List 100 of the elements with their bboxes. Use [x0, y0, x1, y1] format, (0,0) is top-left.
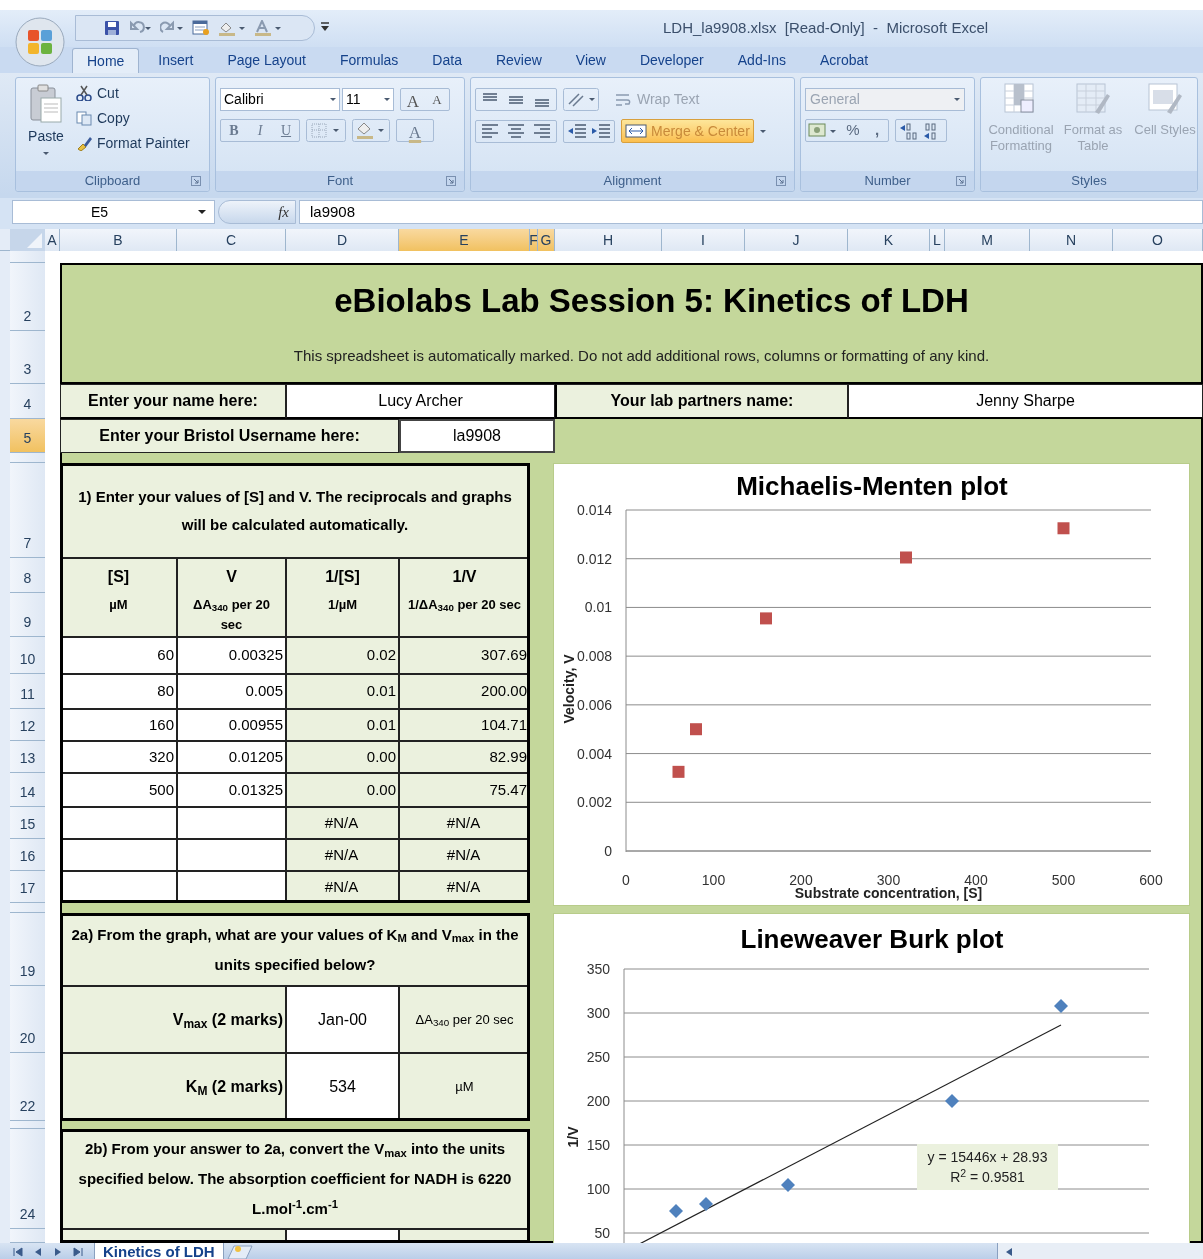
row-header[interactable]: 14 [10, 773, 45, 807]
column-header[interactable]: I [662, 229, 745, 251]
column-header[interactable]: B [60, 229, 177, 251]
row-header[interactable]: 8 [10, 558, 45, 593]
fill-color-icon[interactable] [352, 119, 390, 142]
ribbon-tab[interactable]: Data [417, 48, 477, 73]
fill-color-icon[interactable] [218, 20, 246, 36]
formula-field[interactable]: la9908 [299, 200, 1203, 224]
row-header[interactable]: 13 [10, 741, 45, 773]
insert-sheet-icon[interactable] [225, 1243, 254, 1259]
unit-text: 1/µM [326, 596, 359, 614]
field-label[interactable]: Enter your name here: [60, 384, 286, 419]
row-header[interactable]: 11 [10, 674, 45, 709]
first-sheet-icon[interactable] [10, 1245, 26, 1258]
undo-icon[interactable] [128, 20, 152, 36]
save-icon[interactable] [104, 20, 120, 36]
column-header[interactable]: H [555, 229, 662, 251]
row-header[interactable]: 19 [10, 913, 45, 986]
percent-button[interactable]: % [840, 119, 866, 142]
align-right-icon[interactable] [531, 121, 553, 141]
column-header[interactable]: J [745, 229, 848, 251]
row-header[interactable]: 5 [10, 419, 45, 453]
font-color-button[interactable]: A [396, 119, 434, 142]
format-painter-button[interactable]: Format Painter [76, 132, 190, 154]
ribbon-tab[interactable]: View [560, 48, 621, 73]
row-header[interactable]: 22 [10, 1053, 45, 1121]
row-header[interactable]: 7 [10, 463, 45, 558]
row-header[interactable] [10, 453, 45, 463]
ribbon-tab[interactable]: Review [480, 48, 557, 73]
row-header[interactable]: 2 [10, 263, 45, 331]
row-header[interactable]: 4 [10, 384, 45, 419]
increase-decimal-icon[interactable] [899, 121, 919, 140]
bold-button[interactable]: B [221, 120, 247, 141]
field-label[interactable]: Enter your Bristol Username here: [60, 419, 399, 453]
column-header[interactable]: D [286, 229, 399, 251]
column-header[interactable]: N [1030, 229, 1113, 251]
horizontal-scrollbar[interactable] [997, 1243, 1203, 1259]
align-center-icon[interactable] [505, 121, 527, 141]
row-header[interactable]: 24 [10, 1129, 45, 1229]
row-header[interactable]: 16 [10, 839, 45, 871]
paste-button[interactable]: Paste [20, 82, 72, 171]
ribbon-tab[interactable]: Formulas [325, 48, 414, 73]
cut-button[interactable]: Cut [76, 82, 190, 104]
row-header[interactable] [10, 251, 45, 263]
row-header[interactable]: 9 [10, 593, 45, 637]
font-size-field[interactable]: 11 [342, 88, 394, 111]
dialog-launcher-icon[interactable] [776, 176, 786, 186]
ribbon-tab[interactable]: Insert [143, 48, 209, 73]
column-header[interactable]: A [45, 229, 60, 251]
orientation-icon[interactable] [563, 88, 599, 111]
dialog-launcher-icon[interactable] [191, 176, 201, 186]
row-header[interactable]: 17 [10, 871, 45, 903]
field-label[interactable]: Your lab partners name: [555, 384, 848, 419]
dialog-launcher-icon[interactable] [956, 176, 966, 186]
row-header[interactable]: 3 [10, 331, 45, 384]
ribbon-tab[interactable]: Developer [624, 48, 719, 73]
row-header[interactable] [10, 903, 45, 913]
font-name-field[interactable]: Calibri [220, 88, 340, 111]
column-header[interactable]: L [930, 229, 945, 251]
column-header[interactable]: K [848, 229, 930, 251]
row-header[interactable]: 12 [10, 709, 45, 741]
insert-function-button[interactable]: fx [278, 200, 289, 224]
font-color-icon[interactable] [254, 20, 282, 36]
row-header[interactable]: 15 [10, 807, 45, 839]
ribbon-tab[interactable]: Page Layout [212, 48, 321, 73]
comma-button[interactable]: , [866, 119, 888, 142]
form-icon[interactable] [192, 20, 210, 36]
shrink-font-button[interactable]: A [425, 89, 449, 110]
ribbon-tab[interactable]: Home [72, 48, 140, 73]
row-header[interactable]: 20 [10, 986, 45, 1053]
italic-button[interactable]: I [247, 120, 273, 141]
dialog-launcher-icon[interactable] [446, 176, 456, 186]
row-header[interactable] [10, 1121, 45, 1129]
increase-indent-icon[interactable] [591, 122, 611, 140]
name-field[interactable]: Lucy Archer [286, 384, 555, 419]
answer-field[interactable]: 534 [286, 1053, 399, 1121]
sheet-tab[interactable]: Kinetics of LDH [94, 1243, 224, 1259]
y-tick-label: 200 [586, 1093, 610, 1109]
column-header[interactable]: C [177, 229, 286, 251]
decrease-indent-icon[interactable] [567, 122, 587, 140]
username-field[interactable]: la9908 [399, 419, 555, 453]
column-header[interactable]: E [399, 229, 530, 251]
copy-button[interactable]: Copy [76, 107, 190, 129]
answer-field[interactable]: Jan-00 [286, 986, 399, 1053]
column-header[interactable]: O [1113, 229, 1203, 251]
column-header[interactable]: M [945, 229, 1030, 251]
partner-name-field[interactable]: Jenny Sharpe [848, 384, 1203, 419]
column-header[interactable]: G [538, 229, 555, 251]
caret-icon [198, 210, 206, 214]
grow-font-button[interactable]: A [401, 89, 425, 110]
caret-icon [759, 129, 766, 133]
ribbon-tab[interactable]: Add-Ins [722, 48, 801, 73]
redo-icon[interactable] [160, 20, 184, 36]
name-box[interactable]: E5 [12, 200, 215, 224]
customize-toolbar-icon[interactable] [320, 22, 330, 32]
row-header[interactable]: 10 [10, 637, 45, 674]
underline-button[interactable]: U [273, 120, 299, 141]
last-sheet-icon[interactable] [70, 1245, 86, 1258]
align-left-icon[interactable] [479, 121, 501, 141]
ribbon-tab[interactable]: Acrobat [805, 48, 884, 73]
